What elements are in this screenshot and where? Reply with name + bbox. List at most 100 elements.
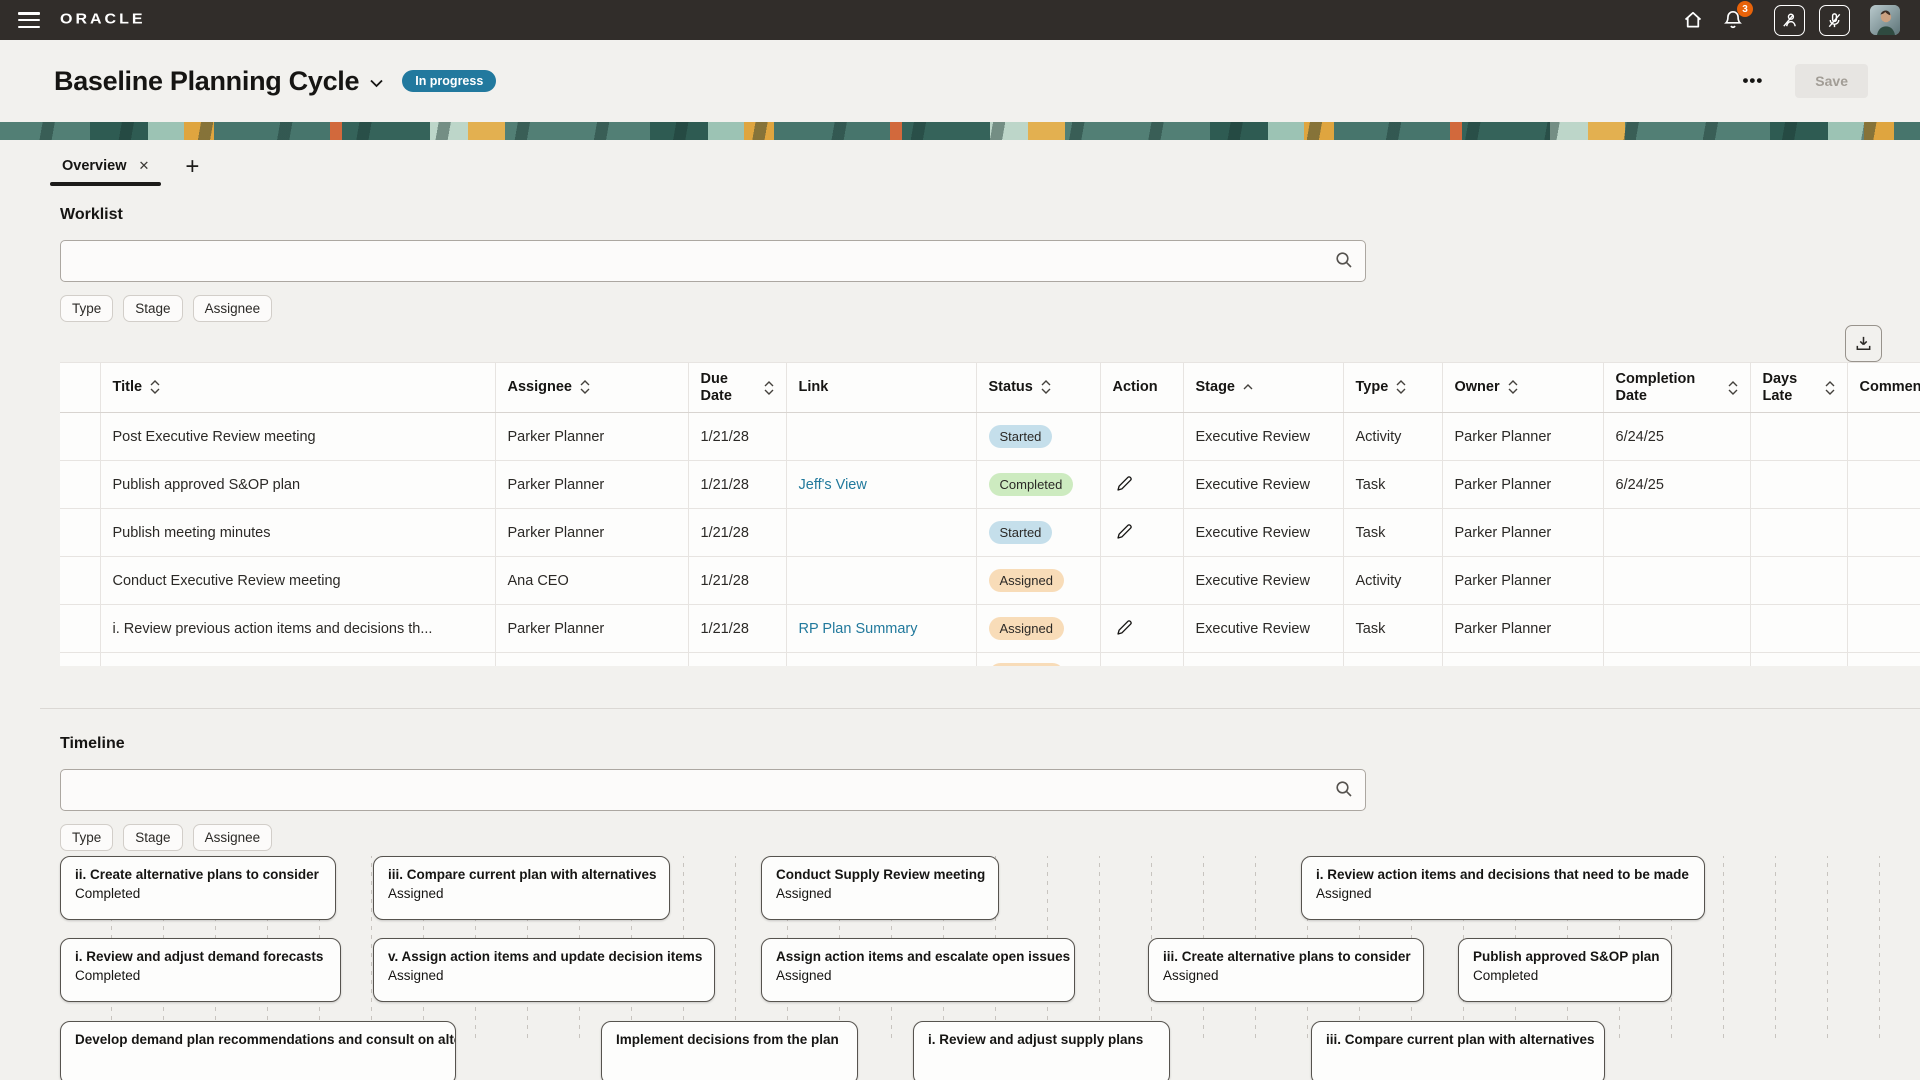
page-title: Baseline Planning Cycle bbox=[54, 66, 359, 97]
column-header-type[interactable]: Type bbox=[1343, 363, 1442, 413]
timeline-searchbox bbox=[60, 769, 1366, 811]
sort-icon[interactable] bbox=[1508, 380, 1518, 394]
row-link[interactable]: Jeff's View bbox=[799, 477, 867, 493]
cell-type: Activity bbox=[1343, 557, 1442, 605]
timeline-card-status: Completed bbox=[1473, 968, 1657, 983]
cell-link bbox=[786, 509, 976, 557]
timeline-card[interactable]: Implement decisions from the plan bbox=[601, 1021, 858, 1080]
timeline-card-status: Assigned bbox=[1163, 968, 1409, 983]
worklist-search-input[interactable] bbox=[60, 240, 1366, 282]
timeline-card-status: Assigned bbox=[776, 886, 984, 901]
edit-pencil-icon[interactable] bbox=[1113, 472, 1136, 498]
cell-owner: Parker Planner bbox=[1442, 509, 1603, 557]
timeline-card[interactable]: i. Review and adjust demand forecastsCom… bbox=[60, 938, 341, 1002]
column-header-completion-date[interactable]: Completion Date bbox=[1603, 363, 1750, 413]
cell-stage: Executive Review bbox=[1183, 557, 1343, 605]
table-row[interactable]: Publish approved S&OP planParker Planner… bbox=[60, 461, 1920, 509]
timeline-card[interactable]: iii. Create alternative plans to conside… bbox=[1148, 938, 1424, 1002]
add-tab-icon[interactable]: + bbox=[185, 158, 199, 176]
home-icon[interactable] bbox=[1680, 7, 1706, 33]
sort-ascending-icon[interactable] bbox=[1243, 384, 1253, 390]
cell-link: Jeff's View bbox=[786, 461, 976, 509]
table-row[interactable]: Conduct Executive Review meetingAna CEO1… bbox=[60, 557, 1920, 605]
notifications-bell-icon[interactable]: 3 bbox=[1720, 7, 1746, 33]
column-header-assignee[interactable]: Assignee bbox=[495, 363, 688, 413]
timeline-card[interactable]: i. Review and adjust supply plans bbox=[913, 1021, 1170, 1080]
table-row[interactable]: Post Executive Review meetingParker Plan… bbox=[60, 413, 1920, 461]
cell-completion-date bbox=[1603, 509, 1750, 557]
worklist-filter-assignee[interactable]: Assignee bbox=[193, 295, 273, 322]
timeline-card[interactable]: v. Assign action items and update decisi… bbox=[373, 938, 715, 1002]
cell-status: Assigned bbox=[976, 605, 1100, 653]
worklist-filter-type[interactable]: Type bbox=[60, 295, 113, 322]
timeline-card-status: Assigned bbox=[776, 968, 1060, 983]
row-gutter bbox=[60, 557, 100, 605]
assistant-icon[interactable] bbox=[1774, 5, 1805, 36]
sort-icon[interactable] bbox=[764, 381, 774, 395]
cell-stage: Executive Review bbox=[1183, 461, 1343, 509]
timeline-card[interactable]: Publish approved S&OP planCompleted bbox=[1458, 938, 1672, 1002]
worklist-section: Worklist TypeStageAssignee TitleAssignee… bbox=[0, 186, 1920, 666]
sort-icon[interactable] bbox=[1041, 380, 1051, 394]
column-header-status[interactable]: Status bbox=[976, 363, 1100, 413]
search-icon[interactable] bbox=[1334, 250, 1354, 275]
timeline-card-title: Conduct Supply Review meeting bbox=[776, 867, 984, 882]
cell-link: RP Plan Summary bbox=[786, 605, 976, 653]
timeline-card[interactable]: iii. Compare current plan with alternati… bbox=[373, 856, 670, 920]
sort-icon[interactable] bbox=[1825, 381, 1835, 395]
timeline-card[interactable]: iii. Compare current plan with alternati… bbox=[1311, 1021, 1605, 1080]
timeline-filter-assignee[interactable]: Assignee bbox=[193, 824, 273, 851]
more-actions-button[interactable]: ••• bbox=[1736, 67, 1769, 95]
menu-icon[interactable] bbox=[18, 12, 40, 28]
worklist-table: TitleAssigneeDue DateLinkStatusActionSta… bbox=[60, 362, 1920, 666]
row-gutter bbox=[60, 605, 100, 653]
cell-comment bbox=[1847, 413, 1920, 461]
column-header-days-late[interactable]: Days Late bbox=[1750, 363, 1847, 413]
table-row-partial[interactable]: Assigned bbox=[60, 653, 1920, 667]
cell-completion-date: 6/24/25 bbox=[1603, 461, 1750, 509]
timeline-search-input[interactable] bbox=[60, 769, 1366, 811]
cell-completion-date bbox=[1603, 557, 1750, 605]
timeline-filter-type[interactable]: Type bbox=[60, 824, 113, 851]
sort-icon[interactable] bbox=[150, 380, 160, 394]
tab-overview[interactable]: Overview ✕ bbox=[58, 158, 153, 186]
cell-assignee: Parker Planner bbox=[495, 605, 688, 653]
edit-pencil-icon[interactable] bbox=[1113, 616, 1136, 642]
search-icon[interactable] bbox=[1334, 779, 1354, 804]
column-header-owner[interactable]: Owner bbox=[1442, 363, 1603, 413]
timeline-card[interactable]: Conduct Supply Review meeting Assigned bbox=[761, 856, 999, 920]
microphone-off-icon[interactable] bbox=[1819, 5, 1850, 36]
tab-close-icon[interactable]: ✕ bbox=[139, 158, 150, 174]
cell-stage: Executive Review bbox=[1183, 605, 1343, 653]
user-avatar[interactable] bbox=[1870, 5, 1900, 35]
tab-bar: Overview ✕ + bbox=[0, 140, 1920, 186]
timeline-card[interactable]: ii. Create alternative plans to consider… bbox=[60, 856, 336, 920]
edit-pencil-icon[interactable] bbox=[1113, 520, 1136, 546]
table-row[interactable]: Publish meeting minutesParker Planner1/2… bbox=[60, 509, 1920, 557]
column-header-title[interactable]: Title bbox=[100, 363, 495, 413]
timeline-card[interactable]: i. Review action items and decisions tha… bbox=[1301, 856, 1705, 920]
sort-icon[interactable] bbox=[580, 380, 590, 394]
column-header-stage[interactable]: Stage bbox=[1183, 363, 1343, 413]
cell-owner: Parker Planner bbox=[1442, 605, 1603, 653]
cell-assignee: Parker Planner bbox=[495, 461, 688, 509]
table-row[interactable]: i. Review previous action items and deci… bbox=[60, 605, 1920, 653]
timeline-card-title: ii. Create alternative plans to consider bbox=[75, 867, 321, 882]
column-header-link: Link bbox=[786, 363, 976, 413]
timeline-card[interactable]: Assign action items and escalate open is… bbox=[761, 938, 1075, 1002]
cell-days-late bbox=[1750, 557, 1847, 605]
timeline-filter-stage[interactable]: Stage bbox=[123, 824, 182, 851]
cell-title: i. Review previous action items and deci… bbox=[100, 605, 495, 653]
row-gutter bbox=[60, 461, 100, 509]
sort-icon[interactable] bbox=[1728, 381, 1738, 395]
timeline-card[interactable]: Develop demand plan recommendations and … bbox=[60, 1021, 456, 1080]
chevron-down-icon[interactable] bbox=[369, 75, 384, 93]
worklist-searchbox bbox=[60, 240, 1366, 282]
column-header-due-date[interactable]: Due Date bbox=[688, 363, 786, 413]
save-button[interactable]: Save bbox=[1795, 64, 1868, 98]
cell-link bbox=[786, 413, 976, 461]
download-icon[interactable] bbox=[1845, 325, 1882, 362]
worklist-filter-stage[interactable]: Stage bbox=[123, 295, 182, 322]
sort-icon[interactable] bbox=[1396, 380, 1406, 394]
row-link[interactable]: RP Plan Summary bbox=[799, 621, 918, 637]
